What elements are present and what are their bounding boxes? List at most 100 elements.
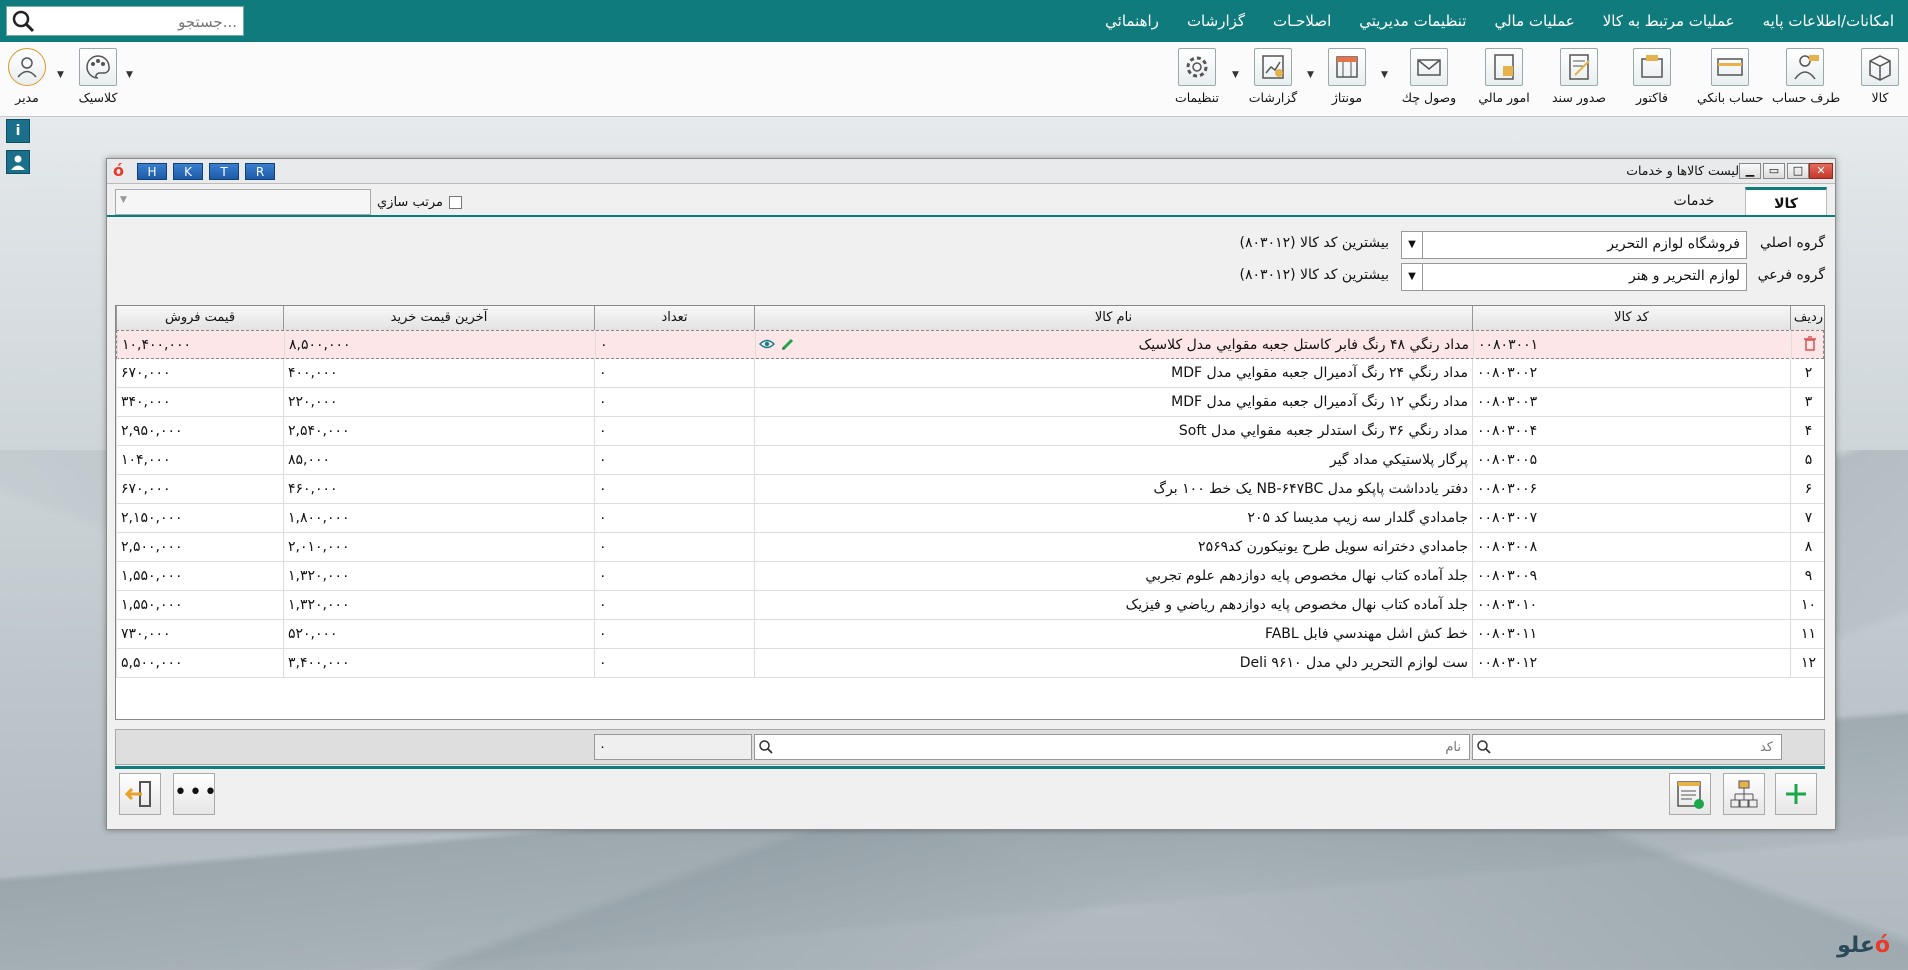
export-list-button[interactable]	[1669, 773, 1711, 815]
table-row[interactable]: ۴ ۰۰۸۰۳۰۰۴ مداد رنگي ۳۶ رنگ استدلر جعبه مق…	[116, 417, 1824, 446]
toolbar-assembly[interactable]: مونتاژ	[1314, 46, 1380, 112]
cell-sell: ۲,۵۰۰,۰۰۰	[116, 533, 283, 561]
menu-corrections[interactable]: اصلاحـات	[1259, 12, 1345, 30]
gear-icon	[1178, 48, 1216, 86]
ellipsis-icon: •••	[174, 780, 219, 805]
cell-sell: ۳۴۰,۰۰۰	[116, 388, 283, 416]
cell-row: ۹	[1790, 562, 1824, 590]
search-icon[interactable]	[11, 9, 35, 37]
table-row[interactable]: ۱۱ ۰۰۸۰۳۰۱۱ خط کش اشل مهندسي فابل FABL ۰ ۵۲۰…	[116, 620, 1824, 649]
info-icon[interactable]: i	[6, 119, 30, 143]
minimize-icon[interactable]: ▁	[1739, 163, 1761, 179]
header-last-buy[interactable]: آخرين قيمت خريد	[283, 306, 594, 330]
sort-field-select[interactable]: ▼	[115, 189, 371, 215]
global-search	[6, 6, 244, 36]
table-row[interactable]: ۰۰۸۰۳۰۰۱ مداد رنگي ۴۸ رنگ فابر کاستل جعبه…	[116, 330, 1824, 359]
table-row[interactable]: ۱۰ ۰۰۸۰۳۰۱۰ جلد آماده کتاب نهال مخصوص پايه…	[116, 591, 1824, 620]
cell-last-buy: ۱,۳۲۰,۰۰۰	[283, 591, 594, 619]
chevron-down-icon[interactable]: ▼	[126, 70, 133, 80]
menu-goods-operations[interactable]: عمليات مرتبط به کالا	[1589, 12, 1749, 30]
search-input[interactable]	[45, 10, 239, 34]
table-row[interactable]: ۷ ۰۰۸۰۳۰۰۷ جامدادي گلدار سه زيپ مديسا کد ۲…	[116, 504, 1824, 533]
table-row[interactable]: ۹ ۰۰۸۰۳۰۰۹ جلد آماده کتاب نهال مخصوص پايه …	[116, 562, 1824, 591]
table-row[interactable]: ۵ ۰۰۸۰۳۰۰۵ پرگار پلاستيکي مداد گير ۰ ۸۵,۰۰۰ ۱…	[116, 446, 1824, 475]
chevron-down-icon[interactable]: ▼	[57, 70, 64, 80]
code-filter-input[interactable]: کد	[1472, 734, 1782, 760]
cell-row: ۶	[1790, 475, 1824, 503]
user-profile-icon[interactable]	[6, 150, 30, 174]
main-toolbar: کالا طرف حساب حساب بانکي فاکتور صدور سند…	[0, 42, 1908, 117]
table-row[interactable]: ۶ ۰۰۸۰۳۰۰۶ دفتر يادداشت پاپکو مدل NB-۶۴۷BC…	[116, 475, 1824, 504]
header-code[interactable]: کد کالا	[1472, 306, 1790, 330]
sort-label: مرتب سازي	[377, 195, 443, 210]
header-qty[interactable]: تعداد	[594, 306, 754, 330]
toolbar-party[interactable]: طرف حساب	[1772, 46, 1840, 112]
cell-row: ۲	[1790, 359, 1824, 387]
chevron-down-icon[interactable]: ▼	[1232, 70, 1239, 80]
cell-code: ۰۰۸۰۳۰۱۲	[1472, 649, 1790, 677]
cell-code: ۰۰۸۰۳۰۰۶	[1472, 475, 1790, 503]
table-row[interactable]: ۳ ۰۰۸۰۳۰۰۳ مداد رنگي ۱۲ رنگ آدميرال جعبه م…	[116, 388, 1824, 417]
toolbar-finance[interactable]: امور مالي	[1471, 46, 1537, 112]
header-sell[interactable]: قيمت فروش	[116, 306, 283, 330]
chevron-down-icon[interactable]: ▼	[1402, 264, 1423, 290]
toolbar-theme[interactable]: کلاسيک	[65, 46, 131, 112]
chevron-down-icon[interactable]: ▼	[1307, 70, 1314, 80]
maximize-icon[interactable]: □	[1787, 163, 1809, 179]
delete-icon[interactable]	[1803, 336, 1817, 356]
hotkey-k-button[interactable]: K	[173, 163, 203, 180]
more-options-button[interactable]: •••	[173, 773, 217, 815]
window-title: ليست کالاها و خدمات	[1626, 163, 1739, 178]
name-filter-input[interactable]: نام	[754, 734, 1470, 760]
toolbar-reports[interactable]: گزارشات	[1240, 46, 1306, 112]
cell-code: ۰۰۸۰۳۰۰۹	[1472, 562, 1790, 590]
cell-qty: ۰	[594, 533, 754, 561]
cell-qty: ۰	[594, 446, 754, 474]
hotkey-h-button[interactable]: H	[137, 163, 167, 180]
hierarchy-button[interactable]	[1723, 773, 1765, 815]
edit-pencil-icon[interactable]	[781, 337, 795, 355]
cell-last-buy: ۲۲۰,۰۰۰	[283, 388, 594, 416]
hotkey-r-button[interactable]: R	[245, 163, 275, 180]
header-name[interactable]: نام کالا	[754, 306, 1472, 330]
menu-help[interactable]: راهنمائي	[1091, 12, 1173, 30]
tab-services[interactable]: خدمات	[1653, 187, 1735, 215]
cell-code: ۰۰۸۰۳۰۱۱	[1472, 620, 1790, 648]
menu-admin-settings[interactable]: تنظيمات مديريتي	[1345, 12, 1480, 30]
cell-name: جلد آماده کتاب نهال مخصوص پايه دوازدهم ر…	[754, 591, 1472, 619]
hotkey-t-button[interactable]: T	[209, 163, 239, 180]
header-row[interactable]: رديف	[1790, 306, 1824, 330]
window-titlebar[interactable]: ó H K T R ليست کالاها و خدمات ▁ ▭ □ ✕	[107, 159, 1835, 184]
sort-checkbox[interactable]: مرتب سازي	[377, 195, 462, 210]
table-row[interactable]: ۱۲ ۰۰۸۰۳۰۱۲ ست لوازم التحرير دلي مدل ۹۶۱۰ …	[116, 649, 1824, 678]
toolbar-invoice[interactable]: فاکتور	[1619, 46, 1685, 112]
menu-reports[interactable]: گزارشات	[1173, 12, 1259, 30]
menu-financial[interactable]: عمليات مالي	[1480, 12, 1588, 30]
toolbar-cheque[interactable]: وصول چك	[1396, 46, 1462, 112]
toolbar-bank-account[interactable]: حساب بانکي	[1697, 46, 1764, 112]
cell-sell: ۶۷۰,۰۰۰	[116, 475, 283, 503]
toolbar-issue-voucher[interactable]: صدور سند	[1546, 46, 1612, 112]
checkbox-box[interactable]	[448, 196, 462, 209]
chevron-down-icon[interactable]: ▼	[1381, 70, 1388, 80]
sub-group-select[interactable]: لوازم التحرير و هنر ▼	[1401, 263, 1747, 291]
table-row[interactable]: ۸ ۰۰۸۰۳۰۰۸ جامدادي دخترانه سويل طرح يونيکو…	[116, 533, 1824, 562]
exit-button[interactable]	[119, 773, 161, 815]
toolbar-user[interactable]: مدير	[0, 46, 60, 112]
add-button[interactable]	[1775, 773, 1817, 815]
view-eye-icon[interactable]	[758, 337, 776, 355]
toolbar-settings[interactable]: تنظيمات	[1164, 46, 1230, 112]
tab-goods[interactable]: کالا	[1745, 187, 1827, 215]
chevron-down-icon[interactable]: ▼	[1402, 232, 1423, 258]
cell-name: ست لوازم التحرير دلي مدل ۹۶۱۰ Deli	[754, 649, 1472, 677]
main-group-select[interactable]: فروشگاه لوازم التحرير ▼	[1401, 231, 1747, 259]
restore-icon[interactable]: ▭	[1763, 163, 1785, 179]
close-icon[interactable]: ✕	[1809, 163, 1833, 179]
toolbar-goods[interactable]: کالا	[1847, 46, 1908, 112]
max-code-main: بيشترين کد کالا (۸۰۳۰۱۲)	[1239, 235, 1389, 251]
goods-table: رديف کد کالا نام کالا تعداد آخرين قيمت خ…	[115, 305, 1825, 720]
menu-basic-info[interactable]: امکانات/اطلاعات پايه	[1749, 12, 1908, 30]
search-icon	[759, 740, 773, 754]
table-row[interactable]: ۲ ۰۰۸۰۳۰۰۲ مداد رنگي ۲۴ رنگ آدميرال جعبه م…	[116, 359, 1824, 388]
sub-group-value: لوازم التحرير و هنر	[1628, 268, 1740, 284]
